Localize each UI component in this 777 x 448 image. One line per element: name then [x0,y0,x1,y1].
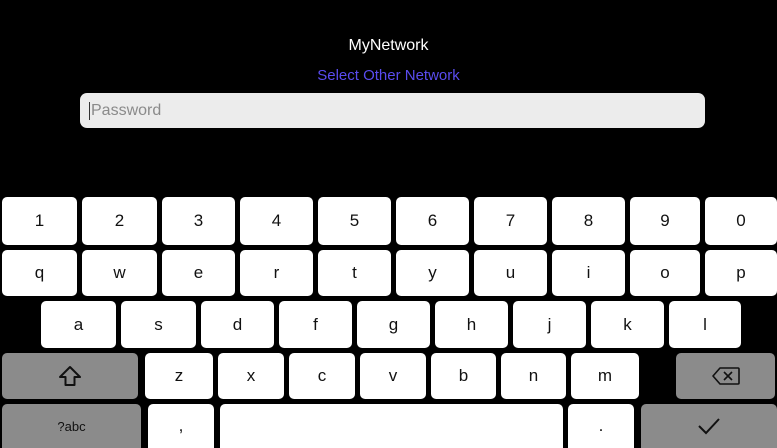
key-label: o [660,263,670,282]
key-4[interactable]: 4 [240,197,313,245]
key-t[interactable]: t [318,250,391,296]
key-p[interactable]: p [705,250,777,296]
key-label: y [428,263,437,282]
on-screen-keyboard: 1 2 3 4 5 6 7 8 9 0 q w e r t y u i o p … [0,195,777,448]
key-label: f [313,314,318,334]
key-label: 3 [193,211,204,230]
comma-key[interactable]: , [148,404,214,448]
key-2[interactable]: 2 [82,197,157,245]
enter-key[interactable] [641,404,777,448]
key-q[interactable]: q [2,250,77,296]
key-label: s [154,314,163,334]
key-i[interactable]: i [552,250,625,296]
key-label: , [178,416,184,435]
key-label: 7 [505,211,516,230]
key-6[interactable]: 6 [396,197,469,245]
key-label: k [623,314,632,334]
key-label: e [193,263,204,282]
key-label: . [598,416,604,435]
key-r[interactable]: r [240,250,313,296]
key-8[interactable]: 8 [552,197,625,245]
key-s[interactable]: s [121,301,196,348]
key-n[interactable]: n [501,353,566,399]
key-y[interactable]: y [396,250,469,296]
key-e[interactable]: e [162,250,235,296]
key-label: 1 [34,211,45,230]
key-f[interactable]: f [279,301,352,348]
key-9[interactable]: 9 [630,197,700,245]
key-label: i [586,263,591,282]
key-g[interactable]: g [357,301,430,348]
key-label: l [703,314,707,334]
mode-switch-key[interactable]: ?abc [2,404,141,448]
key-label: q [34,263,45,282]
network-title: MyNetwork [348,37,429,54]
key-label: 0 [736,211,746,230]
key-label: d [232,314,243,334]
key-label: p [736,263,746,282]
key-7[interactable]: 7 [474,197,547,245]
key-label: h [466,314,477,334]
key-1[interactable]: 1 [2,197,77,245]
select-other-network-link[interactable]: Select Other Network [0,67,777,84]
key-label: 8 [583,211,594,230]
key-label: 4 [271,211,282,230]
backspace-icon [711,366,741,386]
key-label: ?abc [57,418,86,434]
text-caret [89,101,90,120]
key-label: a [73,314,84,334]
shift-icon [58,365,82,387]
key-label: g [388,314,399,334]
key-d[interactable]: d [201,301,274,348]
key-label: n [528,366,539,385]
key-z[interactable]: z [145,353,213,399]
key-label: b [458,366,469,385]
key-v[interactable]: v [360,353,426,399]
key-label: 6 [427,211,438,230]
key-5[interactable]: 5 [318,197,391,245]
key-m[interactable]: m [571,353,639,399]
backspace-key[interactable] [676,353,775,399]
key-label: 9 [660,211,670,230]
password-placeholder: Password [91,101,162,119]
key-0[interactable]: 0 [705,197,777,245]
key-label: r [273,263,280,282]
space-key[interactable] [220,404,563,448]
key-label: j [547,314,552,334]
checkmark-icon [697,417,721,435]
key-label: c [317,366,327,385]
key-c[interactable]: c [289,353,355,399]
key-label: x [246,366,256,385]
key-w[interactable]: w [82,250,157,296]
key-h[interactable]: h [435,301,508,348]
key-b[interactable]: b [431,353,496,399]
key-k[interactable]: k [591,301,664,348]
key-label: z [174,366,184,385]
key-label: w [113,263,126,282]
key-label: 2 [114,211,125,230]
key-label: u [505,263,516,282]
key-x[interactable]: x [218,353,284,399]
key-u[interactable]: u [474,250,547,296]
key-label: m [597,366,613,385]
shift-key[interactable] [2,353,138,399]
key-a[interactable]: a [41,301,116,348]
key-label: t [352,263,357,282]
key-l[interactable]: l [669,301,741,348]
key-j[interactable]: j [513,301,586,348]
key-o[interactable]: o [630,250,700,296]
period-key[interactable]: . [568,404,634,448]
password-input[interactable]: Password [80,93,705,128]
key-label: v [388,366,398,385]
key-3[interactable]: 3 [162,197,235,245]
key-label: 5 [349,211,360,230]
